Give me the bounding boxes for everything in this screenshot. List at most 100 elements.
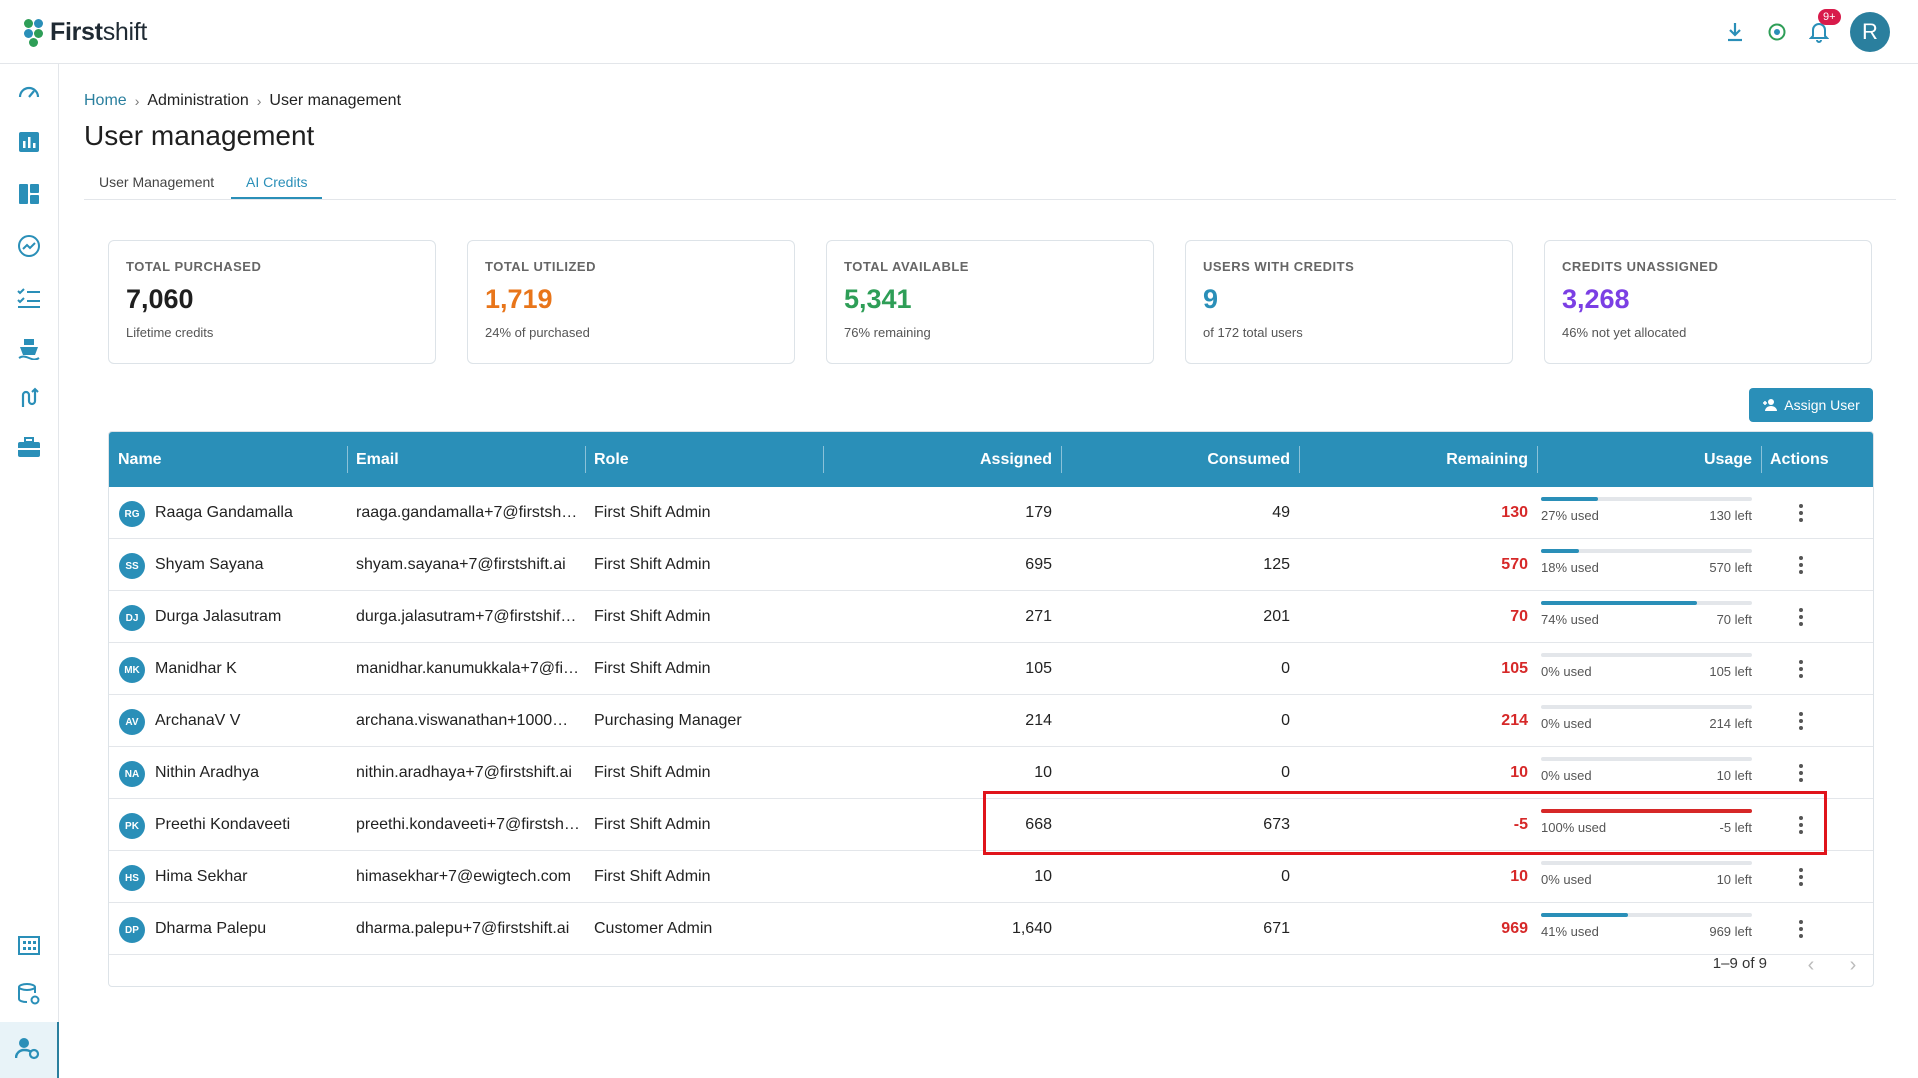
row-actions-more-icon[interactable] — [1789, 657, 1813, 681]
briefcase-icon[interactable] — [15, 434, 43, 462]
bar-chart-icon[interactable] — [15, 128, 43, 156]
pagination-info: 1–9 of 9 — [1712, 955, 1767, 972]
breadcrumb-administration[interactable]: Administration — [147, 92, 248, 110]
logo-text: Firstshift — [50, 17, 148, 46]
dashboard-gauge-icon[interactable] — [15, 78, 43, 106]
notification-badge: 9+ — [1818, 9, 1841, 25]
user-name: Raaga Gandamalla — [155, 504, 293, 521]
credits-consumed: 0 — [1281, 764, 1290, 781]
ship-icon[interactable] — [15, 334, 43, 362]
usage-bar-fill — [1541, 497, 1598, 501]
credits-consumed: 673 — [1263, 816, 1290, 833]
column-header-email[interactable]: Email — [347, 432, 408, 487]
user-email: shyam.sayana+7@firstshift.ai — [356, 556, 566, 573]
breadcrumb-home[interactable]: Home — [84, 92, 127, 110]
user-name: Preethi Kondaveeti — [155, 816, 291, 833]
row-actions-more-icon[interactable] — [1789, 553, 1813, 577]
assign-user-button[interactable]: Assign User — [1749, 388, 1873, 422]
column-header-name[interactable]: Name — [109, 432, 171, 487]
route-icon[interactable] — [15, 384, 43, 412]
usage-indicator: 41% used 969 left — [1541, 913, 1752, 947]
user-name: Dharma Palepu — [155, 920, 267, 937]
page-title: User management — [84, 120, 315, 151]
trending-icon[interactable] — [15, 232, 43, 260]
usage-left-label: 969 left — [1709, 924, 1752, 939]
usage-percent-label: 0% used — [1541, 664, 1592, 679]
database-settings-icon[interactable] — [15, 980, 43, 1008]
notifications-bell-icon[interactable]: 9+ — [1808, 9, 1841, 43]
tab-ai-credits[interactable]: AI Credits — [231, 167, 323, 199]
table-row[interactable]: SS Shyam Sayana shyam.sayana+7@firstshift.… — [109, 539, 1873, 591]
card-value: 9 — [1203, 284, 1219, 314]
table-row[interactable]: DJ Durga Jalasutram durga.jalasutram+7@fir… — [109, 591, 1873, 643]
row-actions-more-icon[interactable] — [1789, 865, 1813, 889]
user-name: Nithin Aradhya — [155, 764, 260, 781]
user-email: preethi.kondaveeti+7@firstshift.ai — [356, 816, 580, 833]
sidebar-item-user-management[interactable] — [0, 1022, 59, 1078]
credits-assigned: 10 — [1034, 868, 1052, 885]
row-actions-more-icon[interactable] — [1789, 605, 1813, 629]
card-value: 5,341 — [844, 284, 912, 314]
table-row[interactable]: AV ArchanaV V archana.viswanathan+1000@fir… — [109, 695, 1873, 747]
user-initials-avatar: RG — [119, 501, 145, 527]
usage-left-label: 214 left — [1709, 716, 1752, 731]
card-subtext: Lifetime credits — [126, 325, 214, 340]
card-label: USERS WITH CREDITS — [1203, 259, 1355, 274]
card-label: TOTAL PURCHASED — [126, 259, 262, 274]
column-header-role[interactable]: Role — [585, 432, 638, 487]
user-initials-avatar: DP — [119, 917, 145, 943]
usage-bar-track — [1541, 497, 1752, 501]
table-row[interactable]: DP Dharma Palepu dharma.palepu+7@firstshif… — [109, 903, 1873, 955]
stat-card-users-with-credits: USERS WITH CREDITS 9 of 172 total users — [1185, 240, 1513, 364]
row-actions-more-icon[interactable] — [1789, 709, 1813, 733]
card-value: 1,719 — [485, 284, 553, 314]
column-header-remaining[interactable]: Remaining — [1299, 432, 1537, 487]
credits-assigned: 179 — [1025, 504, 1052, 521]
usage-left-label: 70 left — [1716, 612, 1752, 627]
usage-left-label: 10 left — [1716, 872, 1752, 887]
credits-remaining: 10 — [1510, 764, 1528, 781]
row-actions-more-icon[interactable] — [1789, 917, 1813, 941]
usage-bar-fill — [1541, 601, 1698, 605]
table-row[interactable]: RG Raaga Gandamalla raaga.gandamalla+7@fir… — [109, 487, 1873, 539]
breadcrumb-chevron-icon: › — [256, 93, 262, 109]
credits-table: Name Email Role Assigned Consumed Remain… — [108, 431, 1874, 987]
column-header-usage[interactable]: Usage — [1537, 432, 1761, 487]
stat-card-credits-unassigned: CREDITS UNASSIGNED 3,268 46% not yet all… — [1544, 240, 1872, 364]
building-icon[interactable] — [15, 930, 43, 958]
tab-user-management[interactable]: User Management — [84, 167, 229, 197]
user-initials-avatar: AV — [119, 709, 145, 735]
credits-consumed: 201 — [1263, 608, 1290, 625]
download-icon[interactable] — [1724, 21, 1746, 43]
row-actions-more-icon[interactable] — [1789, 501, 1813, 525]
prev-page-chevron-icon[interactable]: ‹ — [1799, 953, 1823, 977]
user-initials-avatar: PK — [119, 813, 145, 839]
user-settings-icon — [14, 1036, 41, 1065]
credits-assigned: 105 — [1025, 660, 1052, 677]
user-initials-avatar: NA — [119, 761, 145, 787]
usage-bar-track — [1541, 705, 1752, 709]
user-avatar[interactable]: R — [1850, 12, 1890, 52]
card-subtext: 46% not yet allocated — [1562, 325, 1687, 340]
table-row[interactable]: PK Preethi Kondaveeti preethi.kondaveeti+7… — [109, 799, 1873, 851]
table-row[interactable]: MK Manidhar K manidhar.kanumukkala+7@first… — [109, 643, 1873, 695]
user-initials-avatar: HS — [119, 865, 145, 891]
usage-percent-label: 41% used — [1541, 924, 1599, 939]
firstshift-logo[interactable]: Firstshift — [22, 14, 147, 50]
checklist-icon[interactable] — [15, 284, 43, 312]
table-row[interactable]: NA Nithin Aradhya nithin.aradhaya+7@firsts… — [109, 747, 1873, 799]
usage-indicator: 18% used 570 left — [1541, 549, 1752, 583]
next-page-chevron-icon[interactable]: › — [1841, 953, 1865, 977]
column-header-assigned[interactable]: Assigned — [823, 432, 1061, 487]
column-header-consumed[interactable]: Consumed — [1061, 432, 1299, 487]
table-row[interactable]: HS Hima Sekhar himasekhar+7@ewigtech.com Fi… — [109, 851, 1873, 903]
layout-dashboard-icon[interactable] — [15, 180, 43, 208]
user-role: First Shift Admin — [594, 868, 711, 885]
user-name: ArchanaV V — [155, 712, 241, 729]
row-actions-more-icon[interactable] — [1789, 761, 1813, 785]
user-role: Customer Admin — [594, 920, 713, 937]
tabs-divider — [84, 199, 1896, 200]
card-subtext: of 172 total users — [1203, 325, 1303, 340]
row-actions-more-icon[interactable] — [1789, 813, 1813, 837]
ai-assistant-icon[interactable] — [1766, 21, 1788, 43]
